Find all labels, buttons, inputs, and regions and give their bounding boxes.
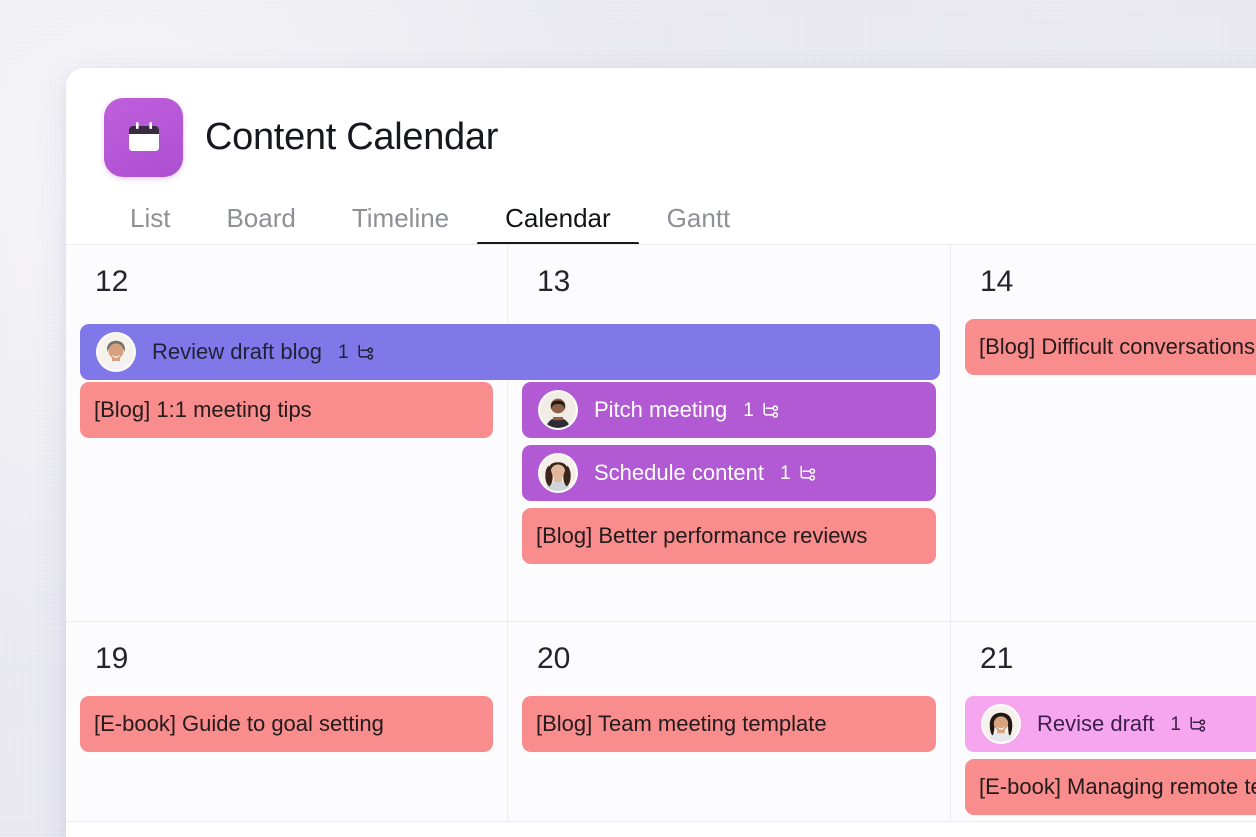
tab-gantt[interactable]: Gantt [639, 205, 759, 245]
calendar-week-row: 19 [E-book] Guide to goal setting 20 [Bl… [66, 622, 1256, 822]
day-number: 12 [66, 267, 507, 297]
calendar-day-cell[interactable]: 19 [E-book] Guide to goal setting [66, 622, 508, 821]
event-pill[interactable]: [Blog] Difficult conversations [965, 319, 1256, 375]
event-pill[interactable]: Pitch meeting 1 [522, 382, 936, 438]
calendar-icon [104, 98, 183, 177]
avatar [96, 332, 136, 372]
event-pill[interactable]: Revise draft 1 [965, 696, 1256, 752]
subtask-meta: 1 [743, 401, 780, 420]
avatar [981, 704, 1021, 744]
day-events: [Blog] Difficult conversations [951, 319, 1256, 375]
event-pill-multiday[interactable]: Review draft blog 1 [80, 324, 940, 380]
day-events: [E-book] Guide to goal setting [66, 696, 507, 752]
event-title: [Blog] Better performance reviews [536, 525, 867, 547]
event-pill[interactable]: [Blog] Better performance reviews [522, 508, 936, 564]
subtask-branch-icon [798, 464, 817, 483]
event-pill[interactable]: Schedule content 1 [522, 445, 936, 501]
calendar-grid: 12 [Blog] 1:1 meeting tips 13 [66, 245, 1256, 822]
day-number: 20 [508, 644, 950, 674]
subtask-branch-icon [761, 401, 780, 420]
event-title: [Blog] Difficult conversations [979, 336, 1255, 358]
tab-calendar[interactable]: Calendar [477, 205, 639, 245]
day-events: [Blog] Team meeting template [508, 696, 950, 752]
event-title: [Blog] Team meeting template [536, 713, 827, 735]
subtask-count: 1 [338, 343, 349, 362]
calendar-day-cell[interactable]: 21 Revise [951, 622, 1256, 821]
day-number: 13 [508, 267, 950, 297]
subtask-branch-icon [356, 343, 375, 362]
subtask-count: 1 [1170, 715, 1181, 734]
app-card: Content Calendar List Board Timeline Cal… [66, 68, 1256, 837]
subtask-meta: 1 [338, 343, 375, 362]
day-number: 14 [951, 267, 1256, 297]
event-pill[interactable]: [Blog] Team meeting template [522, 696, 936, 752]
calendar-day-cell[interactable]: 13 Pitch meeting [508, 245, 951, 621]
subtask-meta: 1 [1170, 715, 1207, 734]
event-pill[interactable]: [E-book] Guide to goal setting [80, 696, 493, 752]
view-tab-bar: List Board Timeline Calendar Gantt [66, 177, 1256, 245]
calendar-day-cell[interactable]: 12 [Blog] 1:1 meeting tips [66, 245, 508, 621]
event-title: Pitch meeting [594, 399, 727, 421]
subtask-meta: 1 [780, 464, 817, 483]
event-title: Review draft blog [152, 341, 322, 363]
tab-list[interactable]: List [102, 205, 198, 245]
tab-board[interactable]: Board [198, 205, 323, 245]
event-title: Revise draft [1037, 713, 1154, 735]
event-title: [Blog] 1:1 meeting tips [94, 399, 312, 421]
calendar-week-row: 12 [Blog] 1:1 meeting tips 13 [66, 245, 1256, 622]
event-pill[interactable]: [Blog] 1:1 meeting tips [80, 382, 493, 438]
event-pill[interactable]: [E-book] Managing remote teams [965, 759, 1256, 815]
calendar-day-cell[interactable]: 20 [Blog] Team meeting template [508, 622, 951, 821]
subtask-count: 1 [780, 464, 791, 483]
tab-timeline[interactable]: Timeline [324, 205, 477, 245]
event-title: [E-book] Managing remote teams [979, 776, 1256, 798]
subtask-branch-icon [1188, 715, 1207, 734]
event-title: [E-book] Guide to goal setting [94, 713, 384, 735]
subtask-count: 1 [743, 401, 754, 420]
calendar-day-cell[interactable]: 14 [Blog] Difficult conversations [951, 245, 1256, 621]
day-events: Revise draft 1 [951, 696, 1256, 815]
day-number: 21 [951, 644, 1256, 674]
app-header: Content Calendar [66, 68, 1256, 177]
day-number: 19 [66, 644, 507, 674]
avatar [538, 453, 578, 493]
page-title: Content Calendar [205, 116, 498, 159]
event-title: Schedule content [594, 462, 764, 484]
avatar [538, 390, 578, 430]
